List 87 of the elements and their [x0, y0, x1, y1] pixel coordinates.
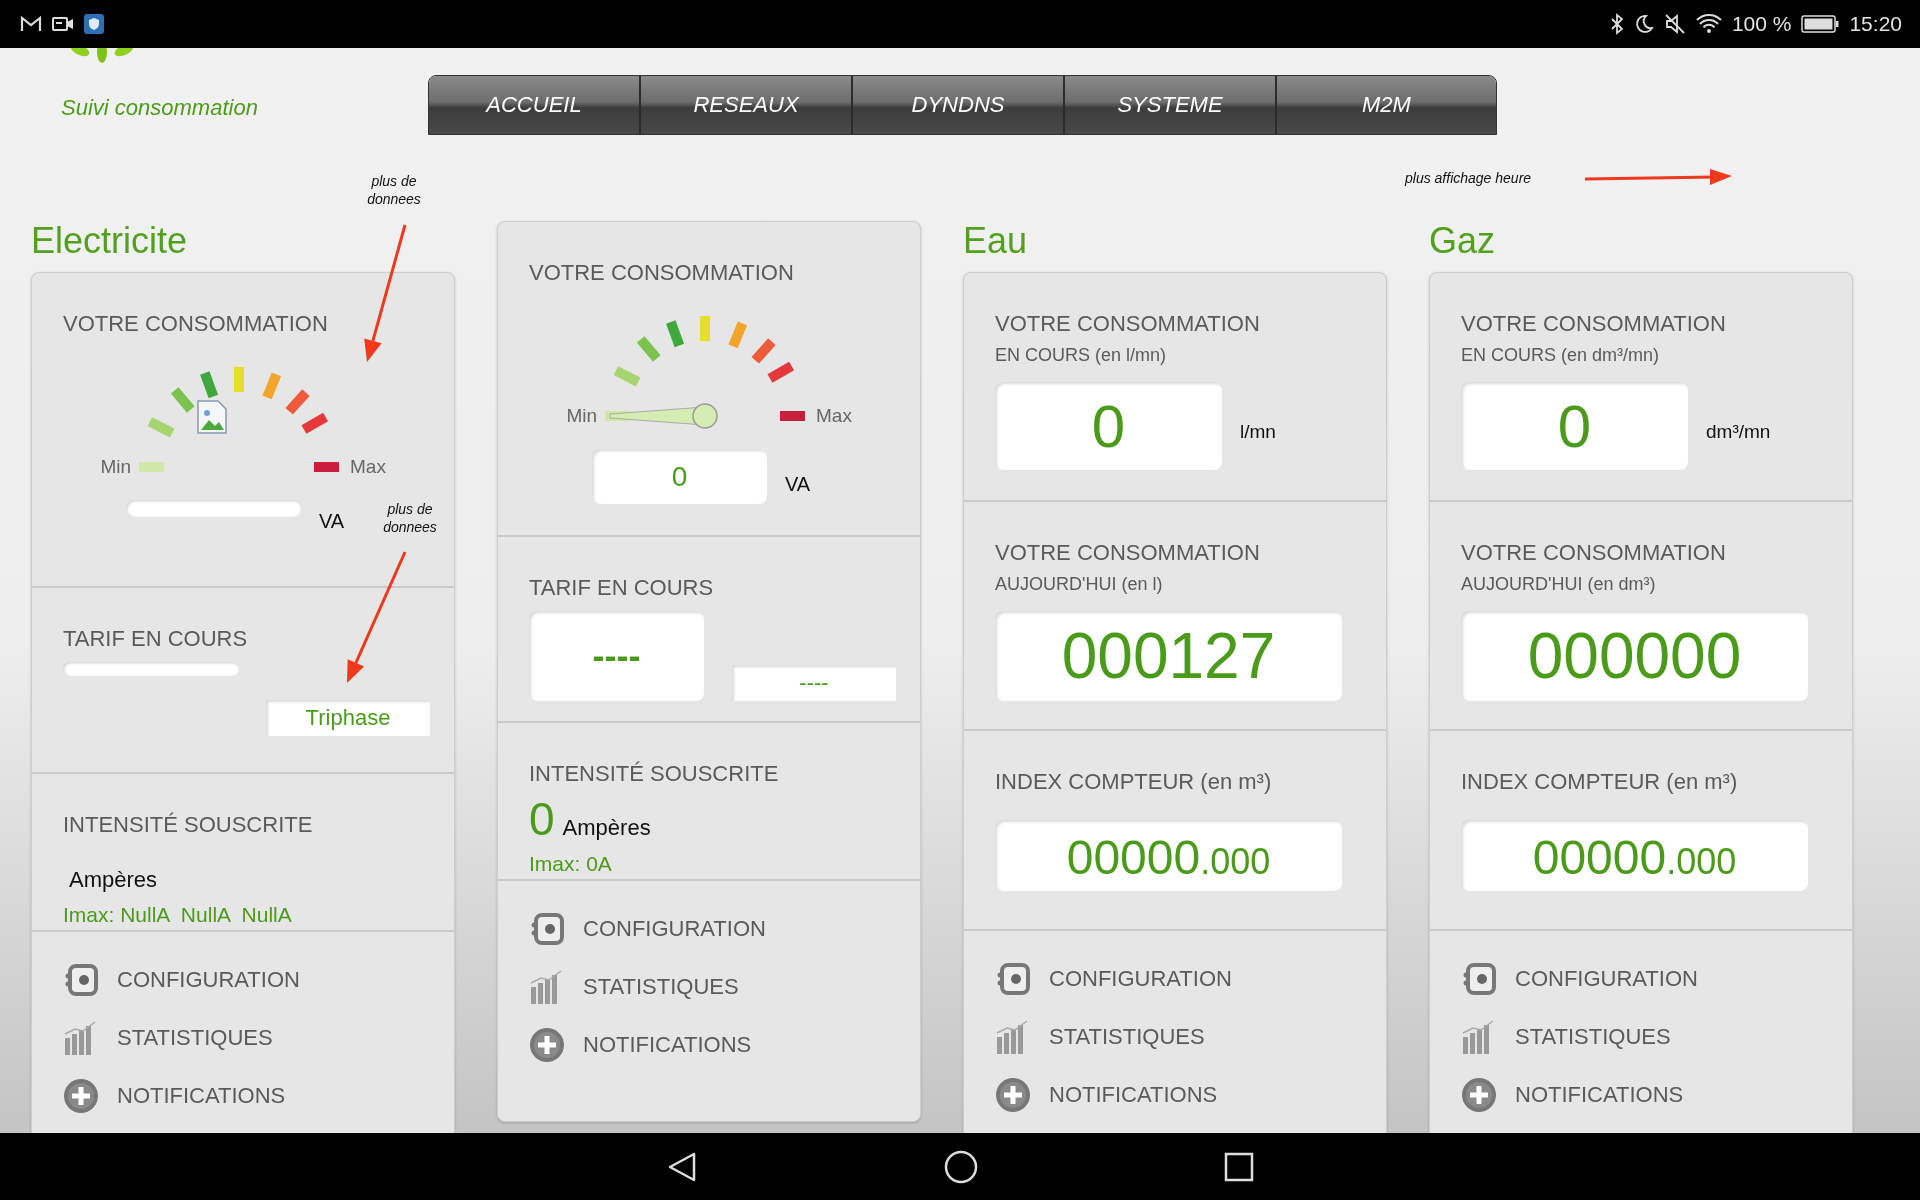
intensity-unit: Ampères [562, 815, 651, 841]
panel-menu-link[interactable]: CONFIGURATION [529, 911, 889, 947]
plus-circle-icon [995, 1077, 1031, 1113]
tarif-type-value: ---- [732, 665, 896, 701]
reading-value: 000127 [995, 611, 1342, 701]
section-subtitle: AUJOURD'HUI (en l) [995, 574, 1164, 595]
index-integer: 00000 [1532, 830, 1667, 885]
panel-menu-link[interactable]: NOTIFICATIONS [63, 1078, 423, 1114]
mail-icon [20, 16, 42, 32]
broken-image-icon [197, 400, 227, 434]
index-integer: 00000 [1066, 830, 1201, 885]
panel-menu-link[interactable]: CONFIGURATION [995, 961, 1355, 997]
section-subtitle: EN COURS (en dm³/mn) [1461, 345, 1661, 366]
panel-menu-link[interactable]: CONFIGURATION [1461, 961, 1821, 997]
imax-text: Imax: NullA NullA NullA [63, 903, 293, 927]
panel-heading: Electricite [31, 221, 189, 261]
panel-menu-link[interactable]: STATISTIQUES [995, 1019, 1355, 1055]
tarif-type-value: Triphase [266, 700, 430, 736]
plus-circle-icon [63, 1078, 99, 1114]
panel-menu-link[interactable]: STATISTIQUES [63, 1020, 423, 1056]
nav-tab[interactable]: RESEAUX [641, 76, 853, 134]
section-title: TARIF EN COURS [63, 627, 249, 651]
clock-time: 15:20 [1849, 12, 1902, 36]
section-subtitle: AUJOURD'HUI (en dm³) [1461, 574, 1657, 595]
bluetooth-icon [1609, 13, 1624, 35]
intensity-value: 0 [529, 792, 555, 846]
section-title: VOTRE CONSOMMATION [62, 312, 329, 336]
section-title: VOTRE CONSOMMATION [995, 541, 1261, 565]
section-title: INTENSITÉ SOUSCRITE [63, 813, 314, 837]
nav-tab[interactable]: SYSTEME [1065, 76, 1277, 134]
annotation-note: plus de donnees [366, 172, 422, 208]
panel-menu-link[interactable]: NOTIFICATIONS [529, 1027, 889, 1063]
panel-heading: Gaz [1429, 221, 1497, 261]
shield-icon [84, 14, 104, 34]
panel-menu-link[interactable]: NOTIFICATIONS [995, 1077, 1355, 1113]
tarif-value: ---- [529, 611, 704, 701]
panel-heading: Eau [963, 221, 1029, 261]
section-title: VOTRE CONSOMMATION [1461, 312, 1727, 336]
annotation-note: plus affichage heure [1405, 169, 1532, 187]
section-title: VOTRE CONSOMMATION [528, 261, 795, 285]
brand-subtitle: Suivi consommation [61, 95, 258, 121]
panel-menu-link[interactable]: NOTIFICATIONS [1461, 1077, 1821, 1113]
index-decimal: .000 [1666, 841, 1737, 883]
section-title: INDEX COMPTEUR (en m³) [995, 770, 1273, 794]
plus-circle-icon [529, 1027, 565, 1063]
gauge-max-label: Max [350, 456, 386, 477]
index-decimal: .000 [1200, 841, 1271, 883]
panel-menu-link[interactable]: STATISTIQUES [1461, 1019, 1821, 1055]
section-title: VOTRE CONSOMMATION [995, 312, 1261, 336]
reading-value: 0 [1461, 382, 1688, 470]
recent-apps-icon[interactable] [1224, 1151, 1254, 1182]
intensity-unit: Ampères [69, 867, 158, 893]
consumption-value: 0 [592, 449, 767, 504]
panel-menu-link[interactable]: STATISTIQUES [529, 969, 889, 1005]
panel-menu-link[interactable]: CONFIGURATION [63, 962, 423, 998]
section-title: VOTRE CONSOMMATION [1461, 541, 1727, 565]
battery-icon [1801, 15, 1840, 33]
back-icon[interactable] [666, 1150, 698, 1183]
settings-icon [529, 911, 565, 947]
settings-icon [995, 961, 1031, 997]
unit-label: VA [319, 510, 345, 533]
settings-icon [1461, 961, 1497, 997]
section-title: TARIF EN COURS [529, 576, 715, 600]
unit-label: l/mn [1240, 421, 1276, 443]
reading-value: 0 [995, 382, 1222, 470]
annotation-note: plus de donnees [382, 500, 438, 536]
video-icon [52, 16, 74, 32]
gauge-min-label: Min [566, 405, 597, 426]
reading-value: 000000 [1461, 611, 1808, 701]
imax-text: Imax: 0A [529, 852, 613, 876]
settings-icon [63, 962, 99, 998]
section-title: INTENSITÉ SOUSCRITE [529, 762, 780, 786]
unit-label: dm³/mn [1706, 421, 1771, 443]
battery-percent: 100 % [1731, 12, 1792, 36]
gauge-min-label: Min [100, 456, 131, 477]
gauge-max-label: Max [816, 405, 852, 426]
nav-tab[interactable]: ACCUEIL [429, 76, 641, 134]
plus-circle-icon [1461, 1077, 1497, 1113]
mute-icon [1663, 13, 1686, 35]
home-icon[interactable] [944, 1149, 978, 1184]
wifi-icon [1695, 14, 1722, 34]
nav-tab[interactable]: M2M [1277, 76, 1496, 134]
moon-icon [1633, 14, 1654, 34]
section-title: INDEX COMPTEUR (en m³) [1461, 770, 1739, 794]
nav-tab[interactable]: DYNDNS [853, 76, 1065, 134]
unit-label: VA [785, 473, 811, 496]
section-subtitle: EN COURS (en l/mn) [995, 345, 1168, 366]
